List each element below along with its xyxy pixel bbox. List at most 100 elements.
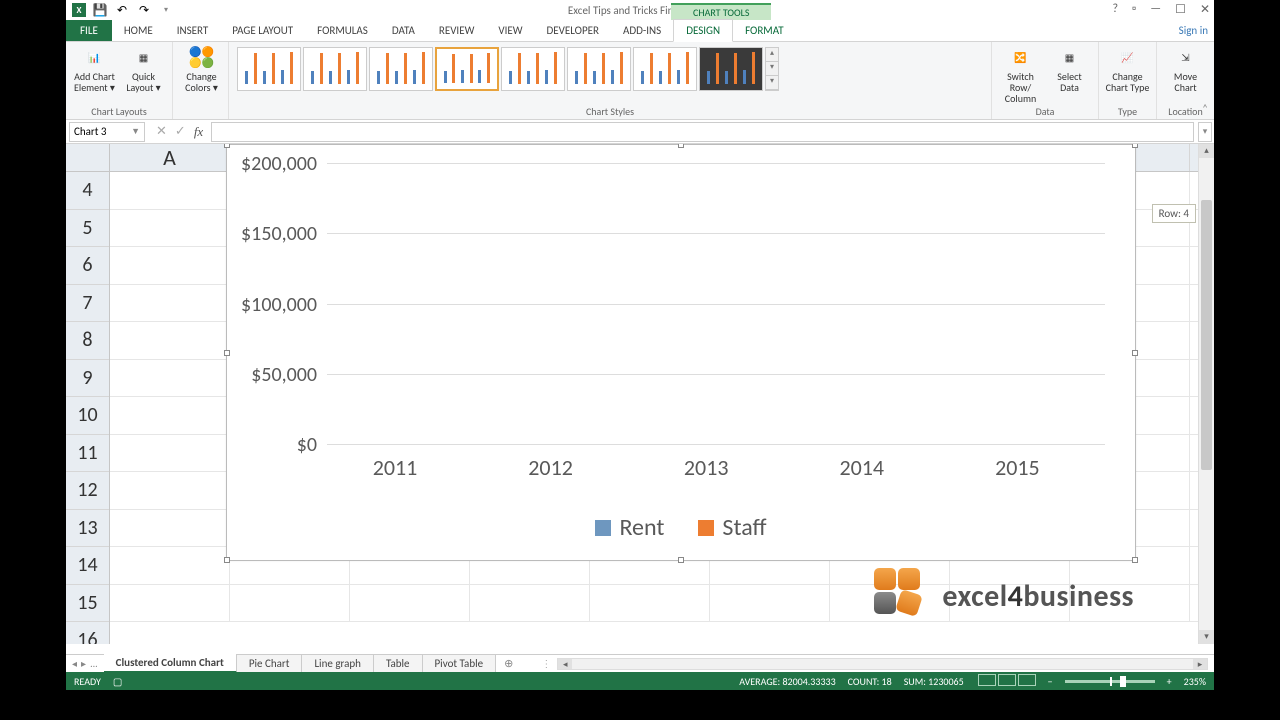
tab-review[interactable]: REVIEW bbox=[427, 20, 487, 41]
row-header[interactable]: 9 bbox=[66, 360, 109, 398]
change-chart-type-button[interactable]: 📈Change Chart Type bbox=[1105, 45, 1150, 93]
chart-styles-gallery[interactable]: ▴▾▾ bbox=[235, 45, 781, 93]
resize-handle[interactable] bbox=[224, 350, 230, 356]
view-buttons[interactable] bbox=[976, 674, 1036, 689]
chart-legend[interactable]: Rent Staff bbox=[227, 513, 1135, 542]
select-data-button[interactable]: ▦Select Data bbox=[1047, 45, 1092, 93]
legend-entry-staff[interactable]: Staff bbox=[698, 513, 766, 542]
style-thumb[interactable] bbox=[699, 47, 763, 91]
zoom-level[interactable]: 235% bbox=[1184, 675, 1206, 688]
scroll-right-icon[interactable]: ▸ bbox=[1193, 659, 1207, 669]
switch-row-column-button[interactable]: 🔀Switch Row/ Column bbox=[998, 45, 1043, 104]
style-thumb[interactable] bbox=[237, 47, 301, 91]
sheet-tab[interactable]: Table bbox=[374, 655, 423, 672]
maximize-icon[interactable]: ☐ bbox=[1175, 2, 1186, 17]
resize-handle[interactable] bbox=[224, 557, 230, 563]
row-header[interactable]: 14 bbox=[66, 547, 109, 585]
sheet-tab[interactable]: Clustered Column Chart bbox=[104, 654, 237, 673]
row-header[interactable]: 5 bbox=[66, 210, 109, 248]
signin-link[interactable]: Sign in bbox=[1179, 24, 1208, 37]
qat-customize-icon[interactable]: ▾ bbox=[158, 2, 174, 18]
resize-handle[interactable] bbox=[1132, 144, 1138, 148]
help-icon[interactable]: ? bbox=[1112, 2, 1118, 17]
formula-input[interactable] bbox=[211, 122, 1194, 142]
legend-entry-rent[interactable]: Rent bbox=[595, 513, 664, 542]
column-header[interactable]: A bbox=[110, 144, 230, 171]
tab-format[interactable]: FORMAT bbox=[733, 20, 795, 41]
undo-icon[interactable]: ↶ bbox=[114, 2, 130, 18]
row-header[interactable]: 15 bbox=[66, 585, 109, 623]
tab-design[interactable]: DESIGN bbox=[673, 19, 733, 42]
redo-icon[interactable]: ↷ bbox=[136, 2, 152, 18]
resize-handle[interactable] bbox=[678, 144, 684, 148]
resize-handle[interactable] bbox=[678, 557, 684, 563]
vertical-scrollbar[interactable]: ▴ ▾ bbox=[1198, 144, 1214, 644]
scroll-up-icon[interactable]: ▴ bbox=[1199, 144, 1214, 158]
row-header[interactable]: 7 bbox=[66, 285, 109, 323]
tab-home[interactable]: HOME bbox=[112, 20, 165, 41]
group-data: 🔀Switch Row/ Column ▦Select Data Data bbox=[992, 42, 1099, 119]
row-header[interactable]: 8 bbox=[66, 322, 109, 360]
move-chart-button[interactable]: ⇲Move Chart bbox=[1163, 45, 1208, 93]
ribbon-options-icon[interactable]: ▫ bbox=[1132, 2, 1136, 17]
row-header[interactable]: 16 bbox=[66, 622, 109, 644]
tab-addins[interactable]: ADD-INS bbox=[611, 20, 673, 41]
zoom-slider[interactable] bbox=[1065, 680, 1155, 683]
resize-handle[interactable] bbox=[224, 144, 230, 148]
tab-page-layout[interactable]: PAGE LAYOUT bbox=[220, 20, 305, 41]
status-ready: READY bbox=[74, 675, 101, 688]
quick-layout-button[interactable]: ▦Quick Layout ▾ bbox=[121, 45, 166, 93]
zoom-out-icon[interactable]: − bbox=[1048, 675, 1053, 688]
confirm-icon[interactable]: ✓ bbox=[175, 124, 186, 140]
scroll-left-icon[interactable]: ◂ bbox=[558, 659, 572, 669]
sheet-tab[interactable]: Line graph bbox=[302, 655, 374, 672]
formula-expand-icon[interactable]: ▾ bbox=[1198, 122, 1212, 142]
embedded-chart[interactable]: $0$50,000$100,000$150,000$200,0002011201… bbox=[226, 144, 1136, 561]
gallery-scroll[interactable]: ▴▾▾ bbox=[765, 47, 779, 91]
row-header[interactable]: 6 bbox=[66, 247, 109, 285]
change-colors-button[interactable]: 🔵🟠🟡🟢Change Colors ▾ bbox=[179, 45, 224, 93]
sheet-nav[interactable]: ◂ ▸... bbox=[66, 657, 104, 670]
tab-formulas[interactable]: FORMULAS bbox=[305, 20, 380, 41]
nav-more-icon[interactable]: ... bbox=[90, 657, 98, 670]
nav-next-icon[interactable]: ▸ bbox=[81, 657, 86, 670]
scroll-thumb[interactable] bbox=[1201, 200, 1212, 470]
cancel-icon[interactable]: ✕ bbox=[156, 124, 167, 140]
close-icon[interactable]: ✕ bbox=[1200, 2, 1210, 17]
nav-prev-icon[interactable]: ◂ bbox=[72, 657, 77, 670]
style-thumb[interactable] bbox=[633, 47, 697, 91]
row-header[interactable]: 11 bbox=[66, 435, 109, 473]
horizontal-scrollbar[interactable]: ◂▸ bbox=[557, 658, 1208, 670]
style-thumb[interactable] bbox=[567, 47, 631, 91]
minimize-icon[interactable]: — bbox=[1150, 2, 1161, 17]
sheet-tab[interactable]: Pivot Table bbox=[423, 655, 497, 672]
style-thumb[interactable] bbox=[369, 47, 433, 91]
row-header[interactable]: 4 bbox=[66, 172, 109, 210]
collapse-ribbon-icon[interactable]: ˄ bbox=[1202, 102, 1208, 115]
scroll-down-icon[interactable]: ▾ bbox=[1199, 630, 1214, 644]
tab-file[interactable]: FILE bbox=[66, 20, 112, 41]
add-chart-element-button[interactable]: 📊Add Chart Element ▾ bbox=[72, 45, 117, 93]
tab-view[interactable]: VIEW bbox=[486, 20, 534, 41]
row-header[interactable]: 10 bbox=[66, 397, 109, 435]
add-sheet-icon[interactable]: ⊕ bbox=[496, 657, 521, 670]
fx-icon[interactable]: fx bbox=[194, 124, 203, 140]
name-box[interactable]: Chart 3▼ bbox=[69, 122, 145, 142]
macro-record-icon[interactable]: ▢ bbox=[113, 675, 122, 688]
tab-data[interactable]: DATA bbox=[380, 20, 427, 41]
row-header[interactable]: 13 bbox=[66, 510, 109, 548]
row-header[interactable]: 12 bbox=[66, 472, 109, 510]
tab-developer[interactable]: DEVELOPER bbox=[535, 20, 611, 41]
save-icon[interactable]: 💾 bbox=[92, 2, 108, 18]
style-thumb[interactable] bbox=[501, 47, 565, 91]
sheet-tab[interactable]: Pie Chart bbox=[237, 655, 303, 672]
style-thumb[interactable] bbox=[303, 47, 367, 91]
zoom-in-icon[interactable]: + bbox=[1167, 675, 1172, 688]
select-all-corner[interactable] bbox=[66, 144, 110, 171]
dropdown-icon[interactable]: ▼ bbox=[131, 126, 140, 137]
plot-area[interactable]: $0$50,000$100,000$150,000$200,0002011201… bbox=[327, 163, 1105, 444]
tab-insert[interactable]: INSERT bbox=[165, 20, 221, 41]
resize-handle[interactable] bbox=[1132, 350, 1138, 356]
resize-handle[interactable] bbox=[1132, 557, 1138, 563]
style-thumb-selected[interactable] bbox=[435, 47, 499, 91]
